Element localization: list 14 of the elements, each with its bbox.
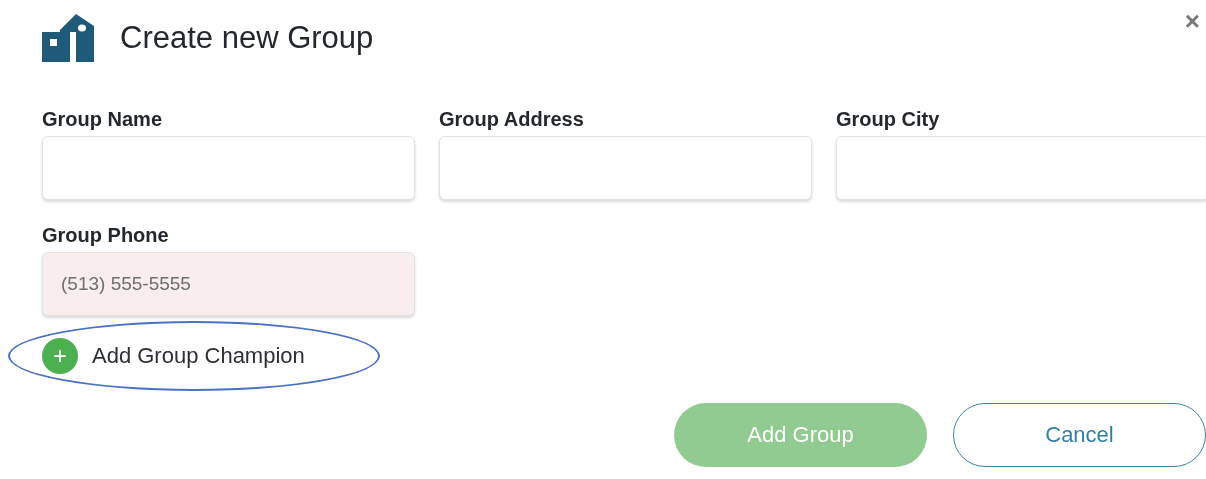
plus-icon: + xyxy=(42,338,78,374)
dialog-title: Create new Group xyxy=(120,20,374,56)
input-field[interactable] xyxy=(439,136,812,200)
close-button[interactable]: × xyxy=(1180,8,1204,34)
field-label: Group Address xyxy=(439,108,585,130)
input-field[interactable] xyxy=(836,136,1206,200)
input-field[interactable] xyxy=(42,136,415,200)
building-icon xyxy=(42,14,94,62)
cancel-button[interactable]: Cancel xyxy=(953,403,1206,467)
add-champion-link[interactable]: + Add Group Champion xyxy=(42,338,305,374)
field-label: Group Phone xyxy=(42,224,170,246)
field-label: Group Name xyxy=(42,108,164,130)
field-label: Group City xyxy=(836,108,941,130)
input-field[interactable]: (513) 555-5555 xyxy=(42,252,415,316)
